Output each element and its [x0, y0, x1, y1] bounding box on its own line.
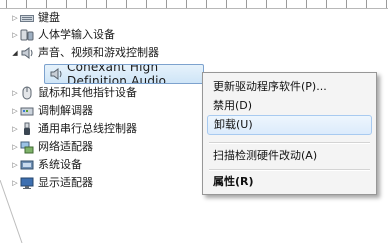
tree-item-mouse[interactable]: ▷ 鼠标和其他指针设备 — [10, 84, 137, 102]
tree-item-system[interactable]: ▷ 系统设备 — [10, 156, 82, 174]
menu-item-uninstall[interactable]: 卸载(U) — [207, 115, 372, 135]
expand-arrow-icon[interactable]: ▷ — [10, 138, 20, 156]
collapse-arrow-icon[interactable]: ◢ — [10, 44, 20, 62]
system-icon — [20, 158, 34, 172]
tree-item-label: 键盘 — [38, 11, 60, 24]
tree-item-sound[interactable]: ◢ 声音、视频和游戏控制器 — [10, 44, 159, 62]
tree-item-modem[interactable]: ▷ 调制解调器 — [10, 102, 93, 120]
speaker-icon — [20, 46, 34, 60]
menu-item-label: 更新驱动程序软件(P)... — [213, 80, 327, 93]
speaker-icon — [49, 67, 63, 81]
usb-icon — [20, 122, 34, 136]
expand-arrow-icon[interactable]: ▷ — [10, 156, 20, 174]
menu-item-label: 卸载(U) — [214, 118, 253, 131]
menu-item-update-driver[interactable]: 更新驱动程序软件(P)... — [207, 77, 372, 97]
menu-item-label: 禁用(D) — [213, 99, 253, 112]
tree-item-label: Conexant High Definition Audio — [67, 64, 167, 84]
menu-item-scan-hardware[interactable]: 扫描检测硬件改动(A) — [207, 146, 372, 166]
tree-item-label: 通用串行总线控制器 — [38, 122, 137, 135]
tree-item-label: 声音、视频和游戏控制器 — [38, 46, 159, 59]
tree-item-network[interactable]: ▷ 网络适配器 — [10, 138, 93, 156]
expand-arrow-icon[interactable]: ▷ — [10, 84, 20, 102]
menu-item-disable[interactable]: 禁用(D) — [207, 96, 372, 116]
expand-arrow-icon[interactable]: ▷ — [10, 102, 20, 120]
network-icon — [20, 140, 34, 154]
menu-separator — [209, 169, 370, 171]
keyboard-icon — [20, 11, 34, 25]
page-edge-decoration — [0, 180, 23, 243]
tree-item-keyboard[interactable]: ▷ 键盘 — [10, 9, 60, 27]
expand-arrow-icon[interactable]: ▷ — [10, 9, 20, 27]
modem-icon — [20, 104, 34, 118]
menu-separator — [209, 142, 370, 144]
menu-item-properties[interactable]: 属性(R) — [207, 172, 372, 192]
menu-item-label: 属性(R) — [213, 175, 254, 188]
expand-arrow-icon[interactable]: ▷ — [10, 26, 20, 44]
tree-item-label: 显示适配器 — [38, 176, 93, 189]
menu-item-label: 扫描检测硬件改动(A) — [213, 149, 318, 162]
tree-item-label: 网络适配器 — [38, 140, 93, 153]
tree-item-label: 调制解调器 — [38, 104, 93, 117]
tree-item-label: 系统设备 — [38, 158, 82, 171]
context-menu: 更新驱动程序软件(P)... 禁用(D) 卸载(U) 扫描检测硬件改动(A) 属… — [202, 72, 377, 195]
tree-item-usb[interactable]: ▷ 通用串行总线控制器 — [10, 120, 137, 138]
top-grid-lines — [0, 0, 388, 9]
tree-item-hid[interactable]: ▷ 人体学输入设备 — [10, 26, 115, 44]
tree-item-conexant-audio[interactable]: Conexant High Definition Audio — [44, 64, 204, 84]
tree-item-label: 人体学输入设备 — [38, 28, 115, 41]
expand-arrow-icon[interactable]: ▷ — [10, 120, 20, 138]
mouse-icon — [20, 86, 34, 100]
tree-item-label: 鼠标和其他指针设备 — [38, 86, 137, 99]
hid-icon — [20, 28, 34, 42]
